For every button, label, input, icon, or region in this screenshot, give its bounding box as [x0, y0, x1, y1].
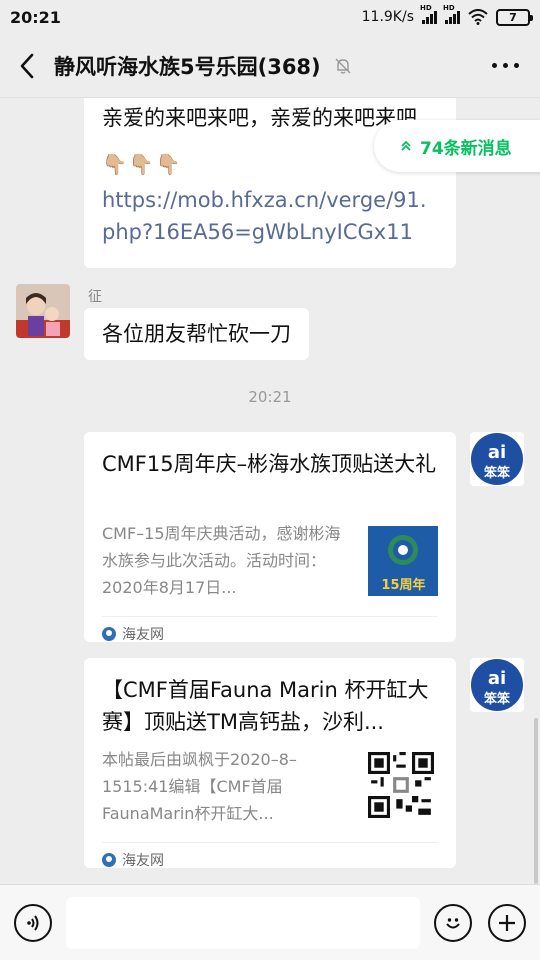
wifi-icon	[468, 9, 488, 25]
back-arrow-icon	[20, 53, 34, 78]
card-title: 【CMF首届Fauna Marin 杯开缸大赛】顶贴送TM高钙盐，沙利...	[102, 678, 429, 734]
card-source-label: 海友网	[122, 852, 164, 869]
voice-button[interactable]	[14, 904, 52, 942]
ai-badge-bottom: 笨笨	[484, 691, 511, 707]
bell-muted-icon	[335, 58, 351, 74]
card-thumbnail: 15周年	[368, 526, 438, 596]
card-source-label: 海友网	[122, 626, 164, 643]
message-bubble[interactable]: 各位朋友帮忙砍一刀	[84, 308, 309, 360]
bot-avatar[interactable]: ai 笨笨	[470, 658, 524, 712]
chat-area[interactable]: 亲爱的来吧来吧，亲爱的来吧来吧 👇🏼👇🏼👇🏼 https://mob.hfxza…	[0, 98, 540, 884]
card-description: CMF–15周年庆典活动，感谢彬海水族参与此次活动。活动时间：2020年8月17…	[102, 524, 341, 597]
card-source: 海友网	[102, 616, 438, 650]
ai-badge-icon: ai 笨笨	[471, 659, 523, 711]
double-chevron-up-icon	[401, 140, 411, 151]
link-card[interactable]: CMF15周年庆–彬海水族顶贴送大礼 CMF–15周年庆典活动，感谢彬海水族参与…	[84, 432, 456, 643]
chat-title: 静风听海水族5号乐园(368)	[54, 54, 321, 79]
new-messages-label: 74条新消息	[420, 138, 512, 159]
emoji-icon	[446, 918, 460, 929]
input-bar	[0, 884, 540, 960]
status-time: 20:21	[10, 7, 61, 27]
message-text: 各位朋友帮忙砍一刀	[102, 322, 291, 346]
link-card[interactable]: 【CMF首届Fauna Marin 杯开缸大赛】顶贴送TM高钙盐，沙利... 本…	[84, 658, 456, 869]
plus-button[interactable]	[488, 904, 526, 942]
plus-icon	[499, 915, 515, 931]
emoji-button[interactable]	[434, 904, 472, 942]
qr-code-icon	[368, 752, 435, 818]
ai-badge-top: ai	[488, 442, 506, 463]
status-bar: 20:21 11.9K/s HD HD 7	[0, 0, 540, 34]
signal-2-icon: HD	[443, 4, 460, 24]
ai-badge-top: ai	[488, 668, 506, 689]
battery-icon: 7	[496, 8, 533, 26]
battery-level: 7	[509, 10, 517, 24]
thumbnail-text: 15周年	[381, 578, 426, 593]
sender-name: 征	[88, 289, 102, 305]
ai-badge-icon: ai 笨笨	[471, 433, 523, 485]
signal-1-icon: HD	[420, 4, 437, 24]
back-button[interactable]	[0, 34, 54, 98]
status-right: 11.9K/s HD HD 7	[361, 4, 533, 26]
card-description: 本帖最后由飒枫于2020–8–1515:41编辑【CMF首届FaunaMarin…	[102, 750, 297, 823]
new-messages-button[interactable]: 74条新消息	[374, 120, 540, 172]
source-logo-icon	[102, 626, 116, 641]
more-button[interactable]	[470, 34, 540, 98]
scrollbar[interactable]	[534, 718, 538, 884]
network-speed: 11.9K/s	[361, 9, 414, 25]
source-logo-icon	[102, 852, 116, 867]
card-thumbnail	[368, 752, 438, 822]
card-source: 海友网	[102, 842, 438, 876]
voice-icon	[27, 915, 39, 931]
more-dots-icon	[491, 63, 497, 68]
bot-avatar[interactable]: ai 笨笨	[470, 432, 524, 486]
chat-header: 静风听海水族5号乐园(368)	[0, 34, 540, 98]
card-title: CMF15周年庆–彬海水族顶贴送大礼	[102, 452, 437, 476]
ai-badge-bottom: 笨笨	[484, 465, 511, 481]
message-link[interactable]: https://mob.hfxza.cn/verge/91.php?16EA56…	[102, 184, 438, 248]
message-input[interactable]	[66, 897, 420, 949]
user-photo-icon	[16, 284, 70, 338]
message-timestamp: 20:21	[248, 388, 292, 406]
avatar[interactable]	[16, 284, 70, 338]
